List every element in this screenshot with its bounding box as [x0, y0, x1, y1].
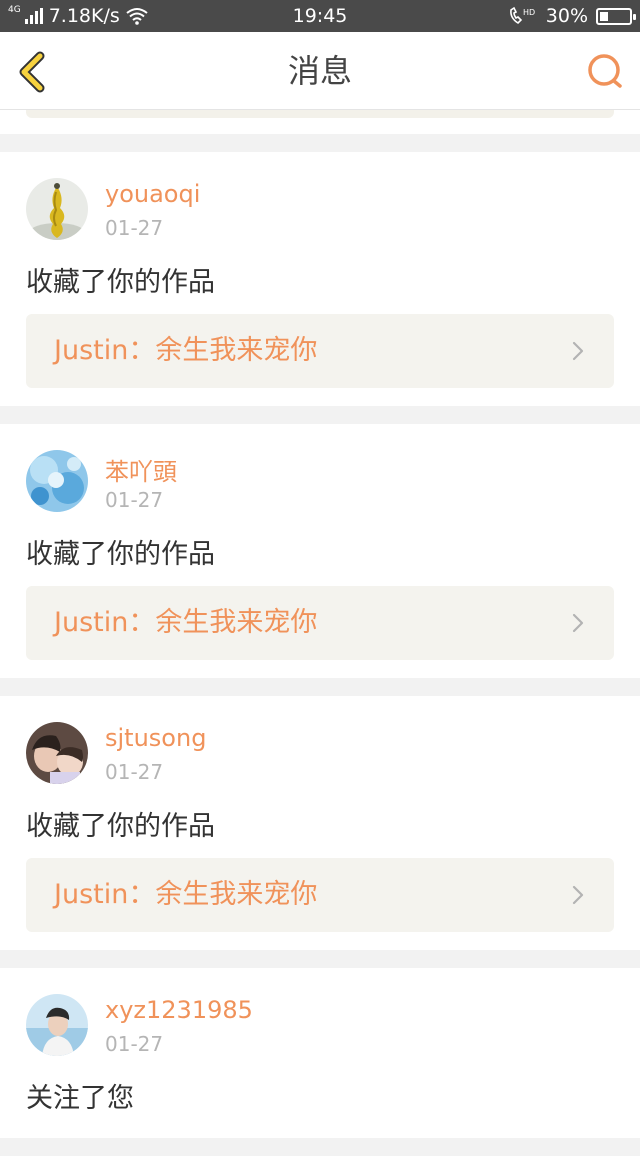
- chevron-right-icon: [572, 613, 584, 633]
- avatar[interactable]: [26, 994, 88, 1056]
- status-bar: 4G 7.18K/s 19:45 HD 30%: [0, 0, 640, 32]
- action-text: 收藏了你的作品: [26, 267, 215, 298]
- work-reference-link[interactable]: Justin：余生我来宠你: [26, 314, 614, 388]
- chevron-right-icon: [572, 341, 584, 361]
- message-date: 01-27: [105, 760, 164, 784]
- battery-icon: [596, 7, 636, 25]
- page-title: 消息: [287, 52, 352, 90]
- avatar[interactable]: [26, 178, 88, 240]
- message-date: 01-27: [105, 1032, 164, 1056]
- status-right: HD 30%: [508, 0, 636, 32]
- hd-call-icon: HD: [509, 6, 535, 25]
- battery-percent: 30%: [545, 5, 588, 27]
- message-card: youaoqi 01-27 收藏了你的作品 Justin：余生我来宠你: [0, 152, 640, 406]
- work-reference-text: Justin：余生我来宠你: [54, 879, 318, 910]
- action-text: 收藏了你的作品: [26, 539, 215, 570]
- app-header: 消息: [0, 32, 640, 110]
- previous-card-remnant: [0, 110, 640, 134]
- search-icon: [588, 54, 622, 88]
- previous-reference-box: [26, 110, 614, 118]
- username[interactable]: 苯吖頭: [105, 452, 177, 487]
- username[interactable]: youaoqi: [105, 180, 200, 208]
- action-text: 关注了您: [26, 1083, 134, 1114]
- message-card: sjtusong 01-27 收藏了你的作品 Justin：余生我来宠你: [0, 696, 640, 950]
- battery-level: [600, 11, 608, 21]
- search-button[interactable]: [586, 52, 626, 92]
- work-reference-text: Justin：余生我来宠你: [54, 335, 318, 366]
- work-reference-link[interactable]: Justin：余生我来宠你: [26, 586, 614, 660]
- message-card: xyz1231985 01-27 关注了您: [0, 968, 640, 1138]
- username[interactable]: xyz1231985: [105, 996, 253, 1024]
- chevron-right-icon: [572, 885, 584, 905]
- message-date: 01-27: [105, 488, 164, 512]
- action-text: 收藏了你的作品: [26, 811, 215, 842]
- avatar[interactable]: [26, 450, 88, 512]
- work-reference-text: Justin：余生我来宠你: [54, 607, 318, 638]
- username[interactable]: sjtusong: [105, 724, 206, 752]
- message-card: 苯吖頭 01-27 收藏了你的作品 Justin：余生我来宠你: [0, 424, 640, 678]
- avatar[interactable]: [26, 722, 88, 784]
- message-date: 01-27: [105, 216, 164, 240]
- work-reference-link[interactable]: Justin：余生我来宠你: [26, 858, 614, 932]
- hd-label: HD: [523, 8, 535, 17]
- message-list: youaoqi 01-27 收藏了你的作品 Justin：余生我来宠你 苯吖頭 …: [0, 152, 640, 1156]
